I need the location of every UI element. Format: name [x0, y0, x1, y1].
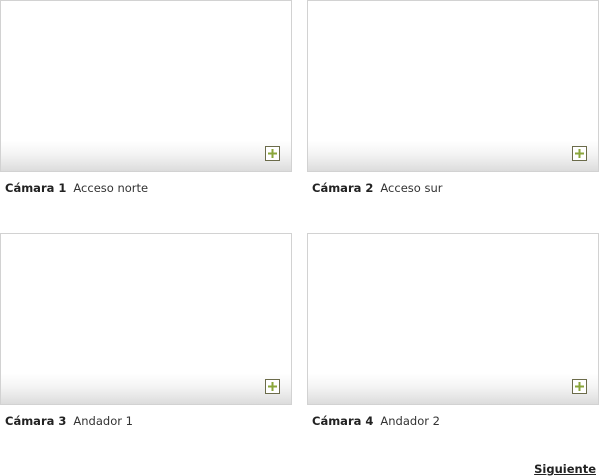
camera-tile-4: Cámara 4 Andador 2	[307, 233, 599, 428]
camera-name: Cámara 3	[5, 414, 67, 428]
camera-name: Cámara 1	[5, 181, 67, 195]
camera-caption-2: Cámara 2 Acceso sur	[312, 181, 442, 195]
camera-viewport-3[interactable]	[0, 233, 292, 405]
camera-grid: Cámara 1 Acceso norte Cámara 2 Acceso sur	[0, 0, 599, 440]
camera-viewport-2[interactable]	[307, 0, 599, 172]
camera-tile-2: Cámara 2 Acceso sur	[307, 0, 599, 195]
expand-camera-2-button[interactable]	[572, 146, 587, 161]
camera-viewport-4[interactable]	[307, 233, 599, 405]
camera-caption-4: Cámara 4 Andador 2	[312, 414, 440, 428]
camera-caption-3: Cámara 3 Andador 1	[5, 414, 133, 428]
camera-description: Acceso sur	[380, 181, 443, 195]
camera-description: Andador 2	[380, 414, 440, 428]
camera-tile-3: Cámara 3 Andador 1	[0, 233, 292, 428]
expand-camera-1-button[interactable]	[265, 146, 280, 161]
next-page-link[interactable]: Siguiente	[534, 462, 596, 476]
plus-icon	[268, 382, 277, 391]
plus-icon	[575, 149, 584, 158]
camera-caption-1: Cámara 1 Acceso norte	[5, 181, 148, 195]
expand-camera-4-button[interactable]	[572, 379, 587, 394]
expand-camera-3-button[interactable]	[265, 379, 280, 394]
camera-tile-1: Cámara 1 Acceso norte	[0, 0, 292, 195]
camera-name: Cámara 4	[312, 414, 374, 428]
camera-viewport-1[interactable]	[0, 0, 292, 172]
camera-name: Cámara 2	[312, 181, 374, 195]
plus-icon	[575, 382, 584, 391]
plus-icon	[268, 149, 277, 158]
camera-description: Acceso norte	[73, 181, 149, 195]
camera-description: Andador 1	[73, 414, 133, 428]
